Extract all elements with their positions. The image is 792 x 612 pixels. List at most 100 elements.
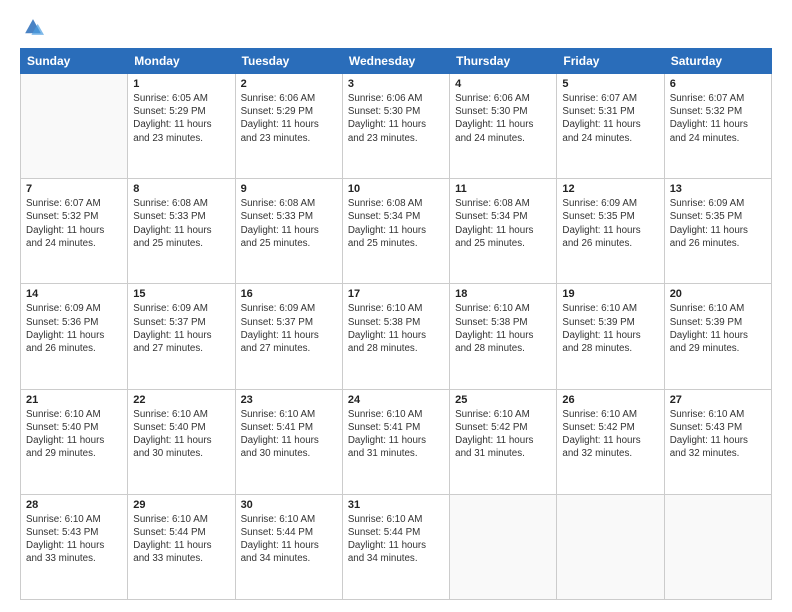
calendar-cell: 29Sunrise: 6:10 AMSunset: 5:44 PMDayligh…	[128, 494, 235, 599]
day-info: Sunrise: 6:10 AMSunset: 5:38 PMDaylight:…	[455, 302, 551, 355]
calendar-cell: 5Sunrise: 6:07 AMSunset: 5:31 PMDaylight…	[557, 74, 664, 179]
day-info: Sunrise: 6:10 AMSunset: 5:44 PMDaylight:…	[348, 513, 444, 566]
day-info: Sunrise: 6:10 AMSunset: 5:40 PMDaylight:…	[133, 408, 229, 461]
calendar-cell: 4 Sunrise: 6:06 AMSunset: 5:30 PMDaylight…	[450, 74, 557, 179]
calendar-cell: 7 Sunrise: 6:07 AMSunset: 5:32 PMDaylight…	[21, 179, 128, 284]
header-cell-wednesday: Wednesday	[342, 49, 449, 74]
header-cell-sunday: Sunday	[21, 49, 128, 74]
calendar-cell: 10 Sunrise: 6:08 AMSunset: 5:34 PMDayligh…	[342, 179, 449, 284]
day-number: 24	[348, 394, 444, 406]
calendar-cell: 12 Sunrise: 6:09 AMSunset: 5:35 PMDayligh…	[557, 179, 664, 284]
day-number: 12	[562, 183, 658, 195]
calendar-cell: 15 Sunrise: 6:09 AMSunset: 5:37 PMDayligh…	[128, 284, 235, 389]
calendar-cell	[557, 494, 664, 599]
calendar-cell: 2Sunrise: 6:06 AMSunset: 5:29 PMDaylight…	[235, 74, 342, 179]
day-info: Sunrise: 6:10 AMSunset: 5:39 PMDaylight:…	[670, 302, 766, 355]
calendar-cell	[664, 494, 771, 599]
calendar-cell: 30 Sunrise: 6:10 AMSunset: 5:44 PMDayligh…	[235, 494, 342, 599]
day-number: 18	[455, 288, 551, 300]
header-cell-friday: Friday	[557, 49, 664, 74]
calendar-cell: 24 Sunrise: 6:10 AMSunset: 5:41 PMDayligh…	[342, 389, 449, 494]
day-number: 2	[241, 78, 337, 90]
week-row-3: 14 Sunrise: 6:09 AMSunset: 5:36 PMDayligh…	[21, 284, 772, 389]
day-info: Sunrise: 6:10 AMSunset: 5:43 PMDaylight:…	[26, 513, 122, 566]
day-info: Sunrise: 6:08 AMSunset: 5:33 PMDaylight:…	[133, 197, 229, 250]
logo-icon	[22, 16, 44, 38]
day-info: Sunrise: 6:09 AMSunset: 5:37 PMDaylight:…	[241, 302, 337, 355]
calendar-cell: 6 Sunrise: 6:07 AMSunset: 5:32 PMDaylight…	[664, 74, 771, 179]
day-number: 23	[241, 394, 337, 406]
day-number: 6	[670, 78, 766, 90]
calendar-cell: 17 Sunrise: 6:10 AMSunset: 5:38 PMDayligh…	[342, 284, 449, 389]
day-number: 16	[241, 288, 337, 300]
page: SundayMondayTuesdayWednesdayThursdayFrid…	[0, 0, 792, 612]
day-number: 30	[241, 499, 337, 511]
day-info: Sunrise: 6:05 AMSunset: 5:29 PMDaylight:…	[133, 92, 229, 145]
day-info: Sunrise: 6:10 AMSunset: 5:41 PMDaylight:…	[348, 408, 444, 461]
calendar-cell: 11Sunrise: 6:08 AMSunset: 5:34 PMDayligh…	[450, 179, 557, 284]
calendar-cell: 9 Sunrise: 6:08 AMSunset: 5:33 PMDaylight…	[235, 179, 342, 284]
day-number: 10	[348, 183, 444, 195]
day-number: 29	[133, 499, 229, 511]
header-cell-tuesday: Tuesday	[235, 49, 342, 74]
calendar-cell: 18 Sunrise: 6:10 AMSunset: 5:38 PMDayligh…	[450, 284, 557, 389]
day-info: Sunrise: 6:07 AMSunset: 5:32 PMDaylight:…	[26, 197, 122, 250]
day-number: 17	[348, 288, 444, 300]
day-info: Sunrise: 6:09 AMSunset: 5:37 PMDaylight:…	[133, 302, 229, 355]
day-info: Sunrise: 6:09 AMSunset: 5:36 PMDaylight:…	[26, 302, 122, 355]
day-info: Sunrise: 6:07 AMSunset: 5:32 PMDaylight:…	[670, 92, 766, 145]
calendar-cell: 3 Sunrise: 6:06 AMSunset: 5:30 PMDaylight…	[342, 74, 449, 179]
header-cell-monday: Monday	[128, 49, 235, 74]
day-number: 9	[241, 183, 337, 195]
day-number: 7	[26, 183, 122, 195]
day-number: 4	[455, 78, 551, 90]
day-info: Sunrise: 6:09 AMSunset: 5:35 PMDaylight:…	[562, 197, 658, 250]
day-info: Sunrise: 6:10 AMSunset: 5:40 PMDaylight:…	[26, 408, 122, 461]
calendar-cell: 8 Sunrise: 6:08 AMSunset: 5:33 PMDaylight…	[128, 179, 235, 284]
day-info: Sunrise: 6:10 AMSunset: 5:44 PMDaylight:…	[241, 513, 337, 566]
calendar-cell: 1Sunrise: 6:05 AMSunset: 5:29 PMDaylight…	[128, 74, 235, 179]
calendar-cell: 13Sunrise: 6:09 AMSunset: 5:35 PMDayligh…	[664, 179, 771, 284]
day-number: 28	[26, 499, 122, 511]
day-number: 31	[348, 499, 444, 511]
day-number: 26	[562, 394, 658, 406]
day-info: Sunrise: 6:06 AMSunset: 5:30 PMDaylight:…	[455, 92, 551, 145]
calendar-cell: 21 Sunrise: 6:10 AMSunset: 5:40 PMDayligh…	[21, 389, 128, 494]
day-info: Sunrise: 6:08 AMSunset: 5:34 PMDaylight:…	[455, 197, 551, 250]
day-number: 15	[133, 288, 229, 300]
header	[20, 16, 772, 38]
calendar-cell: 27Sunrise: 6:10 AMSunset: 5:43 PMDayligh…	[664, 389, 771, 494]
calendar-cell: 23Sunrise: 6:10 AMSunset: 5:41 PMDayligh…	[235, 389, 342, 494]
calendar-cell: 19Sunrise: 6:10 AMSunset: 5:39 PMDayligh…	[557, 284, 664, 389]
day-number: 20	[670, 288, 766, 300]
calendar-cell	[21, 74, 128, 179]
calendar-cell: 28 Sunrise: 6:10 AMSunset: 5:43 PMDayligh…	[21, 494, 128, 599]
day-number: 21	[26, 394, 122, 406]
day-info: Sunrise: 6:10 AMSunset: 5:39 PMDaylight:…	[562, 302, 658, 355]
week-row-4: 21 Sunrise: 6:10 AMSunset: 5:40 PMDayligh…	[21, 389, 772, 494]
calendar-cell: 14 Sunrise: 6:09 AMSunset: 5:36 PMDayligh…	[21, 284, 128, 389]
day-number: 8	[133, 183, 229, 195]
day-number: 14	[26, 288, 122, 300]
logo	[20, 16, 48, 38]
calendar-cell: 16 Sunrise: 6:09 AMSunset: 5:37 PMDayligh…	[235, 284, 342, 389]
calendar-cell: 22 Sunrise: 6:10 AMSunset: 5:40 PMDayligh…	[128, 389, 235, 494]
day-info: Sunrise: 6:06 AMSunset: 5:30 PMDaylight:…	[348, 92, 444, 145]
header-cell-thursday: Thursday	[450, 49, 557, 74]
calendar-body: 1Sunrise: 6:05 AMSunset: 5:29 PMDaylight…	[21, 74, 772, 600]
week-row-2: 7 Sunrise: 6:07 AMSunset: 5:32 PMDaylight…	[21, 179, 772, 284]
calendar-cell: 25Sunrise: 6:10 AMSunset: 5:42 PMDayligh…	[450, 389, 557, 494]
calendar-header: SundayMondayTuesdayWednesdayThursdayFrid…	[21, 49, 772, 74]
day-info: Sunrise: 6:08 AMSunset: 5:34 PMDaylight:…	[348, 197, 444, 250]
day-number: 22	[133, 394, 229, 406]
week-row-1: 1Sunrise: 6:05 AMSunset: 5:29 PMDaylight…	[21, 74, 772, 179]
calendar-cell	[450, 494, 557, 599]
day-number: 13	[670, 183, 766, 195]
day-number: 5	[562, 78, 658, 90]
calendar-cell: 20 Sunrise: 6:10 AMSunset: 5:39 PMDayligh…	[664, 284, 771, 389]
day-info: Sunrise: 6:08 AMSunset: 5:33 PMDaylight:…	[241, 197, 337, 250]
calendar-table: SundayMondayTuesdayWednesdayThursdayFrid…	[20, 48, 772, 600]
day-number: 25	[455, 394, 551, 406]
day-number: 3	[348, 78, 444, 90]
day-info: Sunrise: 6:10 AMSunset: 5:38 PMDaylight:…	[348, 302, 444, 355]
